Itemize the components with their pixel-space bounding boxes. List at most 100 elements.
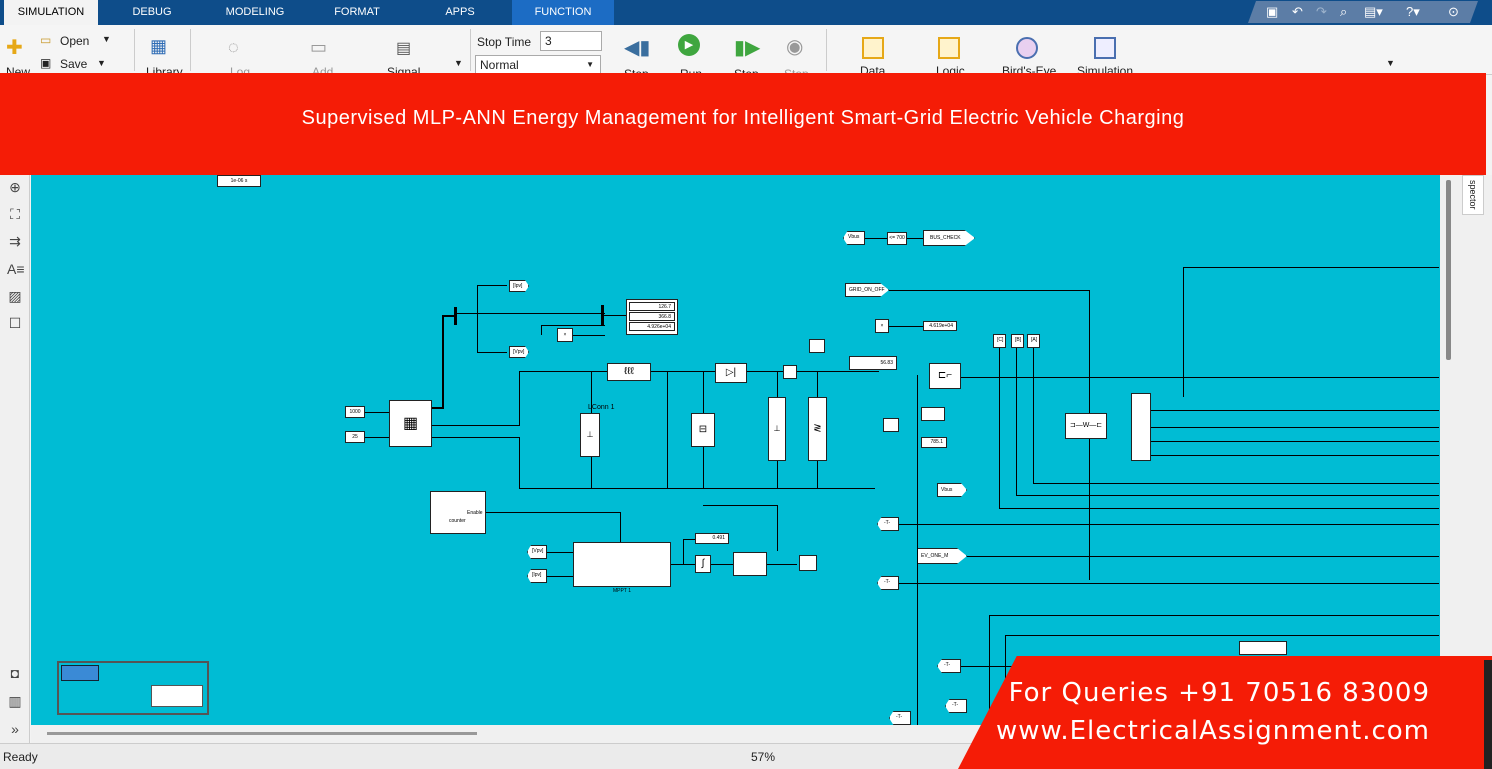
new-icon[interactable]: ✚: [6, 35, 23, 60]
model-canvas[interactable]: 1e-06 s 1000 25 ▦ [Ipv] [Vpv] × 126.7 36…: [31, 175, 1440, 725]
capacitor-block[interactable]: ⊥: [580, 413, 600, 457]
goto-bus-check[interactable]: BUS_CHECK: [923, 230, 975, 246]
explorer-icon[interactable]: ▥: [7, 693, 23, 709]
minimap[interactable]: [57, 661, 209, 715]
help-icon[interactable]: ?▾: [1406, 2, 1420, 22]
duty-display[interactable]: 0.491: [695, 533, 729, 544]
wire: [547, 576, 573, 577]
load-resistor-block[interactable]: ≷: [808, 397, 827, 461]
wire: [541, 325, 542, 335]
ev-charger-subsystem[interactable]: [1239, 641, 1287, 655]
dc-link-capacitor-block[interactable]: ⊥: [768, 397, 786, 461]
goto-ev-one[interactable]: EV_ONE_M: [917, 548, 967, 564]
scroll-thumb[interactable]: [47, 732, 477, 735]
vertical-scrollbar[interactable]: [1446, 180, 1451, 360]
wire: [1151, 410, 1439, 411]
mosfet-block[interactable]: ⊟: [691, 413, 715, 447]
area-icon[interactable]: ☐: [7, 315, 23, 331]
product-block-2[interactable]: ×: [875, 319, 889, 333]
image-icon[interactable]: ▨: [7, 288, 23, 304]
enable-label: Enable: [467, 510, 483, 516]
arrow-icon[interactable]: ⇉: [7, 233, 23, 249]
three-phase-measurement-block[interactable]: [1131, 393, 1151, 461]
saturation-block[interactable]: ∫: [695, 555, 711, 573]
from-vpv[interactable]: [Vpv]: [527, 545, 547, 559]
inductor-block[interactable]: ℓℓℓ: [607, 363, 651, 381]
save-button[interactable]: Save: [60, 57, 87, 71]
separator: [190, 29, 191, 71]
breaker-block[interactable]: ⊏⌐: [929, 363, 961, 389]
tab-simulation[interactable]: SIMULATION: [4, 0, 98, 25]
wire: [1033, 483, 1439, 484]
goto-vbus[interactable]: Vbus: [937, 483, 967, 497]
compare-block[interactable]: <= 700: [887, 232, 907, 245]
from-b[interactable]: [B]: [1011, 334, 1024, 348]
annotation-icon[interactable]: A≡: [7, 261, 25, 277]
from-t-4[interactable]: -T-: [945, 699, 967, 713]
fit-to-view-icon[interactable]: ⛶: [7, 206, 23, 222]
camera-icon[interactable]: ◘: [7, 665, 23, 681]
minimap-viewport[interactable]: [61, 665, 99, 681]
window-icon[interactable]: ▤▾: [1364, 2, 1383, 22]
from-vbus[interactable]: Vbus: [843, 231, 865, 245]
mppt-ann-block[interactable]: [573, 542, 671, 587]
pwm-generator-block[interactable]: [733, 552, 767, 576]
collapse-icon[interactable]: »: [7, 721, 23, 737]
pv-array-block[interactable]: ▦: [389, 400, 432, 447]
pv-display-block[interactable]: 126.7 366.8 4.926e+04: [626, 299, 678, 335]
temperature-constant[interactable]: 25: [345, 431, 365, 443]
signal-dropdown-icon[interactable]: ▼: [454, 58, 463, 68]
voltage-measurement-block[interactable]: [783, 365, 797, 379]
powergui-block[interactable]: 1e-06 s: [217, 175, 261, 187]
wire: [1151, 455, 1439, 456]
simulation-mode-value: Normal: [480, 58, 519, 72]
stop-time-input[interactable]: 3: [540, 31, 602, 51]
open-button[interactable]: Open: [60, 34, 89, 48]
goto-grid-on-off[interactable]: GRID_ON_OFF: [845, 283, 889, 297]
diode-block[interactable]: ▷|: [715, 363, 747, 383]
save-dropdown-icon[interactable]: ▼: [97, 58, 106, 68]
goto-ipv[interactable]: [Ipv]: [509, 280, 529, 292]
scope-block-2[interactable]: [921, 407, 945, 421]
irradiance-constant[interactable]: 1000: [345, 406, 365, 418]
options-icon[interactable]: ⊙: [1448, 2, 1459, 22]
wire: [547, 552, 573, 553]
expand-gallery-icon[interactable]: ▼: [1386, 58, 1395, 68]
save-quick-icon[interactable]: ▣: [1266, 2, 1278, 22]
grid-voltage-display[interactable]: 785.1: [921, 437, 947, 448]
from-t-1[interactable]: -T-: [877, 517, 899, 531]
scope-block[interactable]: [809, 339, 825, 353]
from-t-5[interactable]: -T-: [889, 711, 911, 725]
property-inspector-tab[interactable]: spector: [1462, 175, 1484, 215]
tab-modeling[interactable]: MODELING: [210, 0, 300, 25]
from-t-2[interactable]: -T-: [877, 576, 899, 590]
tab-debug[interactable]: DEBUG: [110, 0, 194, 25]
tab-format[interactable]: FORMAT: [316, 0, 398, 25]
scope-block-3[interactable]: [799, 555, 817, 571]
from-ipv[interactable]: [Ipv]: [527, 569, 547, 583]
wire: [889, 326, 923, 327]
title-banner: Supervised MLP-ANN Energy Management for…: [0, 73, 1486, 175]
transformer-block[interactable]: ⊐—W—⊏: [1065, 413, 1107, 439]
goto-vpv[interactable]: [Vpv]: [509, 346, 529, 358]
search-icon[interactable]: ⌕: [1340, 2, 1347, 22]
promo-phone: For Queries +91 70516 83009: [1008, 678, 1430, 708]
logic-analyzer-icon: [938, 37, 960, 59]
wire: [432, 437, 520, 438]
wire: [747, 371, 879, 372]
tab-apps[interactable]: APPS: [420, 0, 500, 25]
power-display[interactable]: 4.619e+04: [923, 321, 957, 331]
open-dropdown-icon[interactable]: ▼: [102, 34, 111, 44]
product-block[interactable]: ×: [557, 328, 573, 342]
from-c[interactable]: [C]: [993, 334, 1006, 348]
voltage-display[interactable]: 56.83: [849, 356, 897, 370]
simulation-mode-select[interactable]: Normal ▼: [475, 55, 601, 74]
from-t-3[interactable]: -T-: [937, 659, 961, 673]
zoom-in-icon[interactable]: ⊕: [7, 179, 23, 195]
counter-block[interactable]: Enable counter: [430, 491, 486, 534]
tab-function[interactable]: FUNCTION: [512, 0, 614, 25]
from-a[interactable]: [A]: [1027, 334, 1040, 348]
measurement-block[interactable]: [883, 418, 899, 432]
undo-icon[interactable]: ↶: [1292, 2, 1303, 22]
display-value: 4.926e+04: [629, 322, 675, 331]
